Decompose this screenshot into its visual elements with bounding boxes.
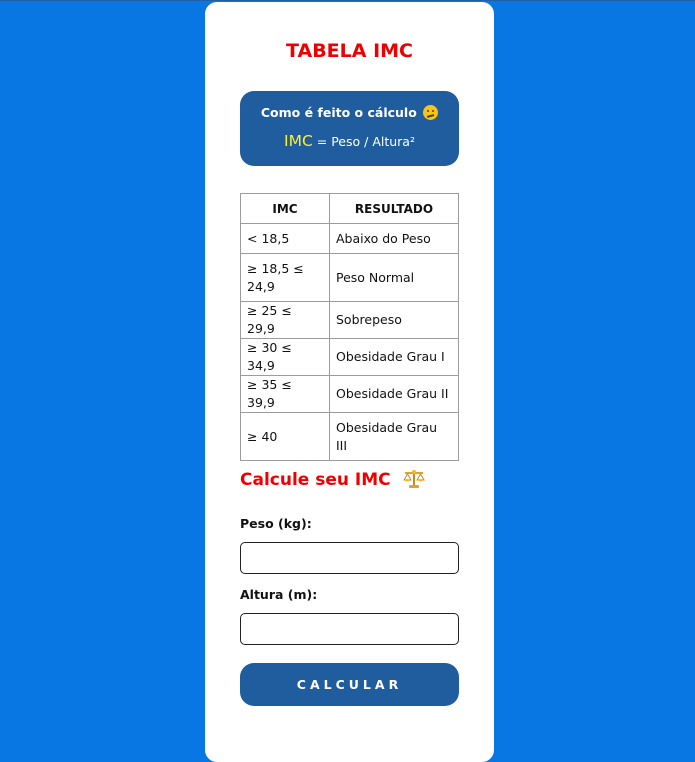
table-row: < 18,5 Abaixo do Peso [240,223,459,254]
calculator-heading-row: Calcule seu IMC [240,469,425,494]
column-header-resultado: RESULTADO [329,193,459,224]
table-row: ≥ 40 Obesidade Grau III [240,412,459,461]
imc-cell: ≥ 40 [240,412,330,461]
formula-highlight: IMC [284,132,313,150]
imc-cell: < 18,5 [240,223,330,254]
table-row: ≥ 25 ≤ 29,9 Sobrepeso [240,301,459,339]
table-header-row: IMC RESULTADO [240,193,459,224]
thinking-face-icon [423,105,439,120]
column-header-imc: IMC [240,193,330,224]
page-title: TABELA IMC [286,40,413,62]
imc-cell: ≥ 35 ≤ 39,9 [240,375,330,413]
resultado-cell: Sobrepeso [329,301,459,339]
info-box-title: Como é feito o cálculo [260,105,417,120]
altura-input[interactable] [240,613,459,645]
top-edge-line [0,0,695,1]
imc-cell: ≥ 18,5 ≤ 24,9 [240,253,330,302]
formula-info-box: Como é feito o cálculo IMC = Peso / Altu… [240,91,459,166]
table-row: ≥ 30 ≤ 34,9 Obesidade Grau I [240,338,459,376]
calculator-heading: Calcule seu IMC [240,470,391,490]
calcular-button[interactable]: CALCULAR [240,663,459,706]
main-card: TABELA IMC Como é feito o cálculo IMC = … [205,2,494,762]
imc-table: IMC RESULTADO < 18,5 Abaixo do Peso ≥ 18… [240,193,459,461]
resultado-cell: Obesidade Grau III [329,412,459,461]
scales-icon [402,469,425,494]
resultado-cell: Obesidade Grau I [329,338,459,376]
formula-rest: = Peso / Altura² [312,134,415,149]
table-row: ≥ 18,5 ≤ 24,9 Peso Normal [240,253,459,302]
imc-cell: ≥ 25 ≤ 29,9 [240,301,330,339]
info-box-title-row: Como é feito o cálculo [240,105,459,120]
imc-cell: ≥ 30 ≤ 34,9 [240,338,330,376]
altura-label: Altura (m): [240,587,318,602]
table-row: ≥ 35 ≤ 39,9 Obesidade Grau II [240,375,459,413]
peso-label: Peso (kg): [240,516,312,531]
resultado-cell: Obesidade Grau II [329,375,459,413]
resultado-cell: Abaixo do Peso [329,223,459,254]
resultado-cell: Peso Normal [329,253,459,302]
formula: IMC = Peso / Altura² [240,132,459,150]
peso-input[interactable] [240,542,459,574]
